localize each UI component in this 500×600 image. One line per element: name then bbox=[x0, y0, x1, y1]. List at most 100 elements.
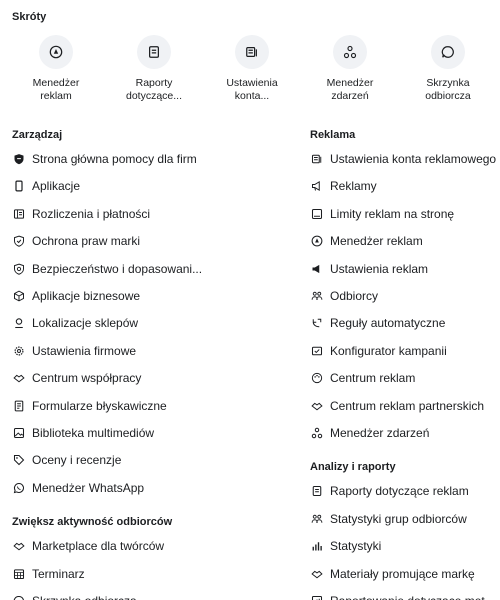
shortcut-label: Menedżer reklam bbox=[32, 77, 80, 102]
nav-item[interactable]: Formularze błyskawiczne bbox=[12, 396, 167, 416]
bar-chart-icon bbox=[310, 539, 324, 553]
shortcut-account-settings[interactable]: Ustawienia konta... bbox=[212, 35, 292, 103]
cube-icon bbox=[12, 289, 26, 303]
nav-item[interactable]: Raportowanie dotyczące met... bbox=[310, 591, 495, 600]
nav-item[interactable]: Aplikacje biznesowe bbox=[12, 286, 140, 306]
handshake-icon bbox=[12, 539, 26, 553]
shortcut-inbox[interactable]: Skrzynka odbiorcza bbox=[408, 35, 488, 103]
whatsapp-icon bbox=[12, 481, 26, 495]
nav-item[interactable]: Statystyki bbox=[310, 536, 381, 556]
handshake-icon bbox=[310, 399, 324, 413]
nav-item[interactable]: Centrum współpracy bbox=[12, 368, 141, 388]
nav-item-label: Biblioteka multimediów bbox=[32, 426, 155, 440]
shortcut-label: Menedżer zdarzeń bbox=[326, 77, 374, 102]
nav-item-label: Statystyki bbox=[330, 539, 382, 553]
nav-item-label: Ustawienia reklam bbox=[330, 261, 429, 276]
nav-item-label: Ustawienia firmowe bbox=[32, 343, 137, 358]
form-icon bbox=[12, 399, 26, 413]
ads-manager-icon bbox=[310, 234, 324, 248]
nav-item[interactable]: Reklamy bbox=[310, 176, 377, 196]
nav-item[interactable]: Centrum reklam bbox=[310, 368, 415, 388]
nav-item[interactable]: Strona główna pomocy dla firm bbox=[12, 149, 197, 169]
analytics-title: Analizy i raporty bbox=[310, 461, 396, 473]
nav-item-label: Reguły automatyczne bbox=[330, 316, 446, 331]
nav-item-label: Oceny i recenzje bbox=[32, 453, 122, 468]
nav-item-label: Menedżer reklam bbox=[330, 234, 423, 249]
advertising-title: Reklama bbox=[310, 129, 356, 141]
nav-item[interactable]: Centrum reklam partnerskich bbox=[310, 396, 484, 416]
nav-item[interactable]: Terminarz bbox=[12, 564, 85, 584]
nav-item-label: Menedżer zdarzeń bbox=[330, 426, 430, 440]
calendar-icon bbox=[12, 567, 26, 581]
nav-item[interactable]: Limity reklam na stronę bbox=[310, 204, 454, 224]
inbox-icon bbox=[12, 594, 26, 600]
nav-item-label: Aplikacje biznesowe bbox=[32, 289, 141, 303]
nav-item-label: Terminarz bbox=[32, 566, 85, 581]
shortcut-label: Ustawienia konta... bbox=[226, 77, 278, 102]
nav-item-label: Marketplace dla twórców bbox=[32, 539, 165, 553]
shield-icon bbox=[12, 152, 26, 166]
handshake-icon bbox=[12, 371, 26, 385]
nav-item[interactable]: Skrzynka odbiorcza bbox=[12, 591, 137, 600]
nav-item-label: Materiały promujące markę bbox=[330, 566, 475, 581]
nav-item-label: Statystyki grup odbiorców bbox=[330, 511, 467, 526]
nav-item[interactable]: Statystyki grup odbiorców bbox=[310, 509, 467, 529]
nav-item-label: Centrum współpracy bbox=[32, 371, 142, 386]
nav-item[interactable]: Biblioteka multimediów bbox=[12, 423, 154, 443]
limit-icon bbox=[310, 207, 324, 221]
shortcut-events-manager[interactable]: Menedżer zdarzeń bbox=[310, 35, 390, 103]
nav-item[interactable]: Ustawienia firmowe bbox=[12, 341, 136, 361]
events-manager-icon bbox=[310, 426, 324, 440]
nav-item[interactable]: Oceny i recenzje bbox=[12, 450, 121, 470]
inbox-icon bbox=[431, 35, 465, 69]
nav-item[interactable]: Reguły automatyczne bbox=[310, 313, 445, 333]
nav-item[interactable]: Rozliczenia i płatności bbox=[12, 204, 150, 224]
shield-check-icon bbox=[12, 234, 26, 248]
nav-item-label: Strona główna pomocy dla firm bbox=[32, 152, 197, 166]
shortcut-reports[interactable]: Raporty dotyczące... bbox=[114, 35, 194, 103]
manage-title: Zarządzaj bbox=[12, 129, 63, 141]
ads-manager-icon bbox=[39, 35, 73, 69]
nav-item[interactable]: Lokalizacje sklepów bbox=[12, 313, 138, 333]
nav-item[interactable]: Odbiorcy bbox=[310, 286, 378, 306]
nav-item[interactable]: Ustawienia reklam bbox=[310, 259, 428, 279]
nav-item-label: Raportowanie dotyczące met... bbox=[330, 594, 495, 600]
nav-item[interactable]: Konfigurator kampanii bbox=[310, 341, 447, 361]
nav-item[interactable]: Marketplace dla twórców bbox=[12, 536, 164, 556]
nav-item-label: Odbiorcy bbox=[330, 289, 379, 303]
nav-item[interactable]: Bezpieczeństwo i dopasowani... bbox=[12, 259, 202, 279]
shortcuts-row: Menedżer reklam Raporty dotyczące... Ustaw… bbox=[0, 35, 500, 110]
engagement-title: Zwiększ aktywność odbiorców bbox=[12, 516, 173, 528]
phone-icon bbox=[12, 179, 26, 193]
shortcut-label: Raporty dotyczące... bbox=[125, 77, 183, 102]
nav-item-label: Ochrona praw marki bbox=[32, 234, 141, 249]
nav-item-label: Lokalizacje sklepów bbox=[32, 316, 139, 331]
nav-item[interactable]: Ochrona praw marki bbox=[12, 231, 140, 251]
nav-item-label: Konfigurator kampanii bbox=[330, 343, 447, 358]
nav-item-label: Centrum reklam partnerskich bbox=[330, 398, 485, 413]
events-manager-icon bbox=[333, 35, 367, 69]
nav-item[interactable]: Menedżer zdarzeń bbox=[310, 423, 429, 443]
reports-icon bbox=[310, 484, 324, 498]
nav-item[interactable]: Raporty dotyczące reklam bbox=[310, 481, 469, 501]
audience-icon bbox=[310, 289, 324, 303]
campaign-icon bbox=[310, 344, 324, 358]
nav-item-label: Centrum reklam bbox=[330, 371, 416, 386]
account-settings-icon bbox=[310, 152, 324, 166]
security-icon bbox=[12, 262, 26, 276]
nav-item[interactable]: Menedżer WhatsApp bbox=[12, 478, 144, 498]
nav-item[interactable]: Ustawienia konta reklamowego bbox=[310, 149, 496, 169]
nav-item[interactable]: Aplikacje bbox=[12, 176, 80, 196]
store-pin-icon bbox=[12, 316, 26, 330]
nav-item-label: Rozliczenia i płatności bbox=[32, 206, 151, 221]
account-settings-icon bbox=[235, 35, 269, 69]
nav-item-label: Formularze błyskawiczne bbox=[32, 398, 167, 413]
nav-item[interactable]: Menedżer reklam bbox=[310, 231, 423, 251]
handshake-icon bbox=[310, 567, 324, 581]
gear-icon bbox=[12, 344, 26, 358]
nav-item[interactable]: Materiały promujące markę bbox=[310, 564, 475, 584]
shortcut-ads-manager[interactable]: Menedżer reklam bbox=[16, 35, 96, 103]
nav-item-label: Menedżer WhatsApp bbox=[32, 480, 145, 495]
audience-icon bbox=[310, 512, 324, 526]
reports-icon bbox=[137, 35, 171, 69]
